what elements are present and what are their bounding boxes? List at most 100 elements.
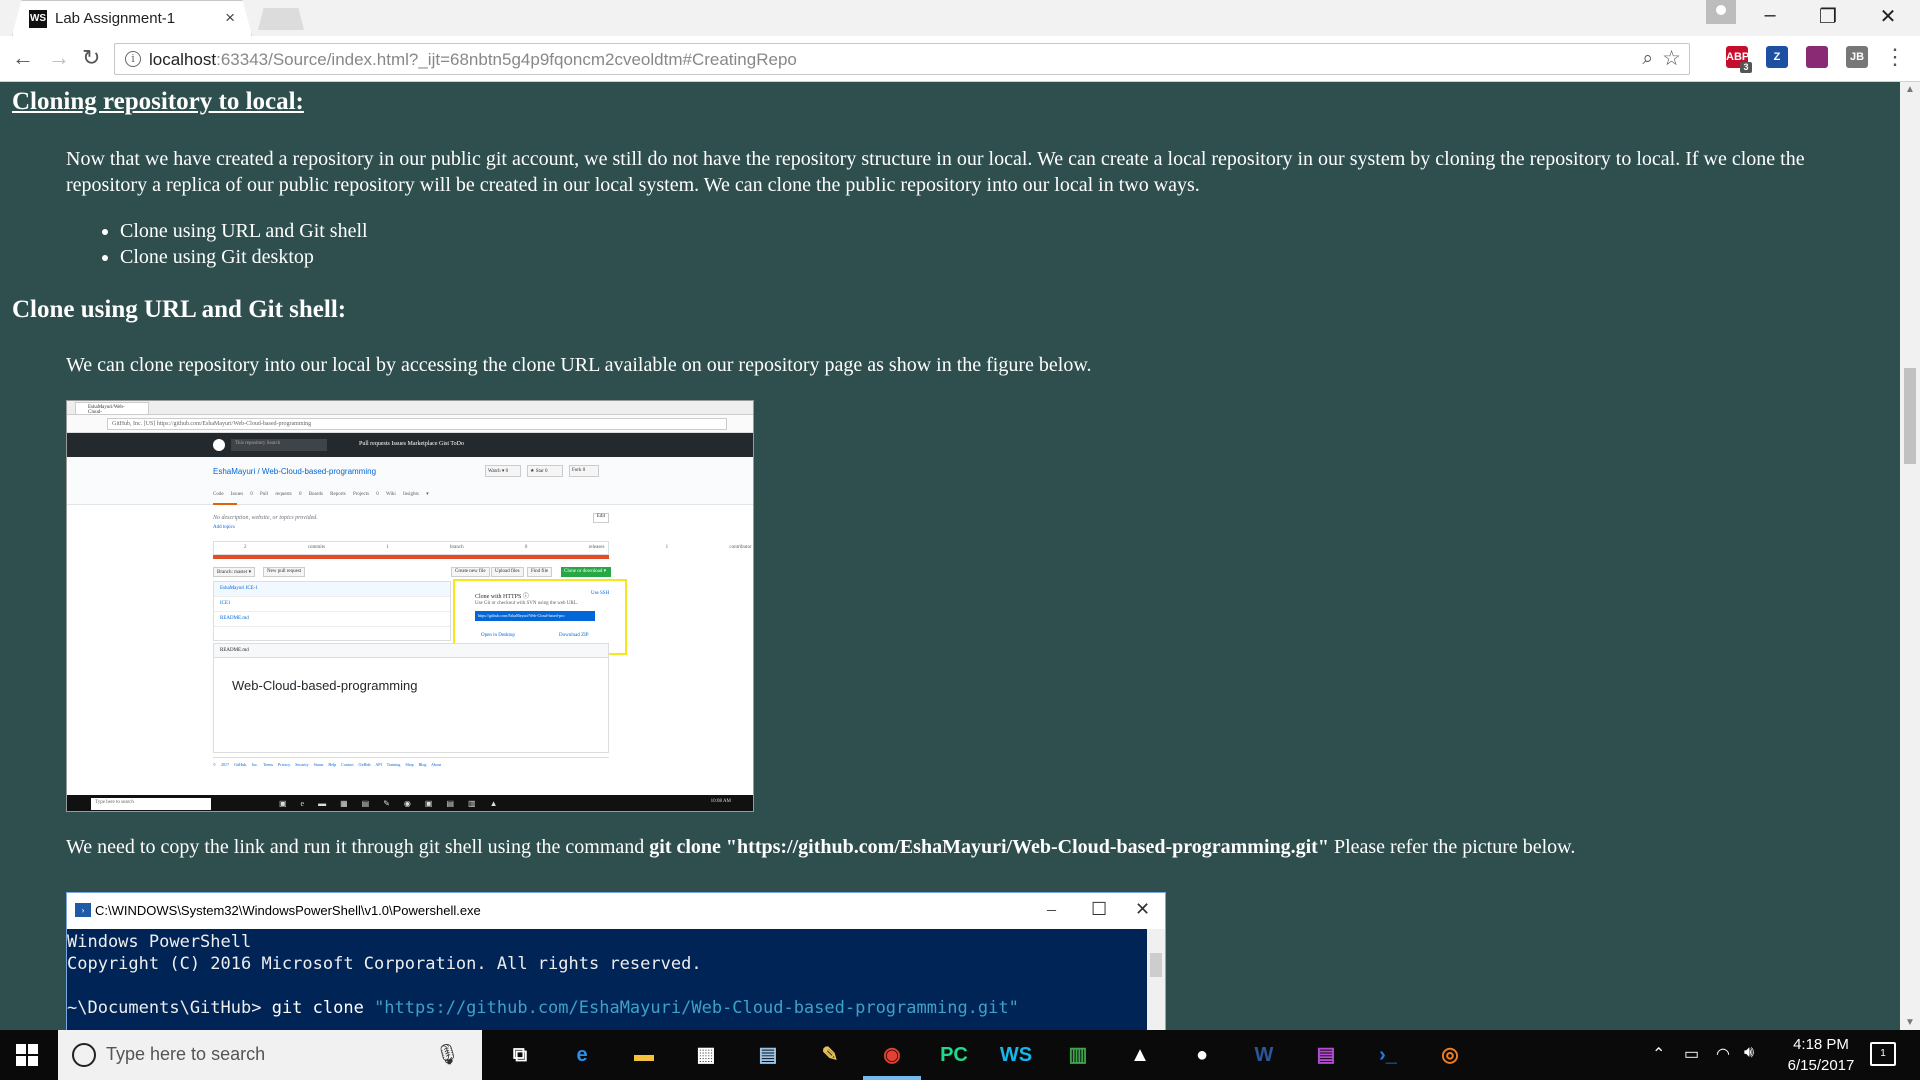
chrome-icon[interactable]: ◉ bbox=[872, 1035, 912, 1075]
user-profile-icon[interactable] bbox=[1706, 0, 1736, 24]
intro-paragraph: Now that we have created a repository in… bbox=[66, 148, 1805, 196]
show-hidden-icons-icon[interactable]: ⌃ bbox=[1652, 1044, 1665, 1064]
language-bar bbox=[213, 555, 609, 559]
info-icon[interactable]: i bbox=[125, 51, 141, 67]
repo-tabs: Code Issues 0 Pull requests 0 Boards Rep… bbox=[213, 492, 429, 497]
figure-address-bar: GitHub, Inc. [US] https://github.com/Esh… bbox=[67, 415, 753, 433]
tab-close-icon[interactable]: × bbox=[225, 8, 235, 28]
scroll-thumb[interactable] bbox=[1904, 368, 1916, 464]
restore-icon[interactable]: ❐ bbox=[1803, 4, 1853, 29]
file-row: README.md bbox=[214, 612, 450, 627]
taskbar-search-placeholder[interactable]: Type here to search bbox=[106, 1044, 265, 1065]
browser-tab-bar: WS Lab Assignment-1 × – ❐ ✕ bbox=[0, 0, 1920, 36]
ps-minimize-icon: – bbox=[1047, 899, 1056, 919]
taskbar-search-box[interactable]: Type here to search 🎙︎ bbox=[58, 1030, 482, 1080]
archive-icon[interactable]: ▤ bbox=[1306, 1035, 1346, 1075]
figure-taskbar-icons: ▣ e ▬ ▦ ▤ ✎ ◉ ▣ ▤ ▥ ▲ bbox=[279, 799, 504, 808]
taskbar-clock[interactable]: 4:18 PM 6/15/2017 bbox=[1776, 1034, 1866, 1076]
powershell-icon: › bbox=[75, 903, 91, 917]
windows-start-icon[interactable] bbox=[16, 1044, 38, 1066]
adblock-icon[interactable]: ABP 3 bbox=[1726, 46, 1752, 73]
scroll-down-arrow-icon[interactable]: ▼ bbox=[1905, 1017, 1915, 1028]
network-app-icon[interactable]: ▤ bbox=[748, 1035, 788, 1075]
use-ssh-link: Use SSH bbox=[591, 591, 610, 596]
page-content: Cloning repository to local: Now that we… bbox=[0, 82, 1900, 1030]
clock-date: 6/15/2017 bbox=[1787, 1057, 1855, 1074]
volume-icon[interactable]: 🔊︎ bbox=[1744, 1044, 1754, 1062]
edge-icon[interactable]: e bbox=[562, 1035, 602, 1075]
new-pr-button: New pull request bbox=[263, 567, 306, 577]
page-scrollbar[interactable]: ▲ ▼ bbox=[1900, 82, 1920, 1030]
file-row: EshaMayuri ICE-1 bbox=[214, 582, 450, 597]
github-header: This repository Search Pull requests Iss… bbox=[67, 433, 753, 457]
spreadsheet-icon[interactable]: ▥ bbox=[1058, 1035, 1098, 1075]
git-clone-command: git clone "https://github.com/EshaMayuri… bbox=[649, 836, 1329, 858]
github-logo-icon bbox=[213, 439, 225, 451]
reload-icon[interactable]: ↻ bbox=[82, 45, 100, 71]
action-center-icon[interactable]: 1 bbox=[1870, 1042, 1896, 1066]
zoom-icon[interactable]: ⌕ bbox=[1642, 48, 1653, 70]
readme-header: README.md bbox=[214, 644, 608, 658]
figure-taskbar: Type here to search ▣ e ▬ ▦ ▤ ✎ ◉ ▣ ▤ ▥ … bbox=[67, 795, 753, 811]
clone-popup-subtitle: Use Git or checkout with SVN using the w… bbox=[475, 601, 579, 606]
repo-description: No description, website, or topics provi… bbox=[213, 515, 318, 521]
minimize-icon[interactable]: – bbox=[1745, 4, 1795, 27]
bookmark-star-icon[interactable]: ☆ bbox=[1662, 46, 1681, 71]
zotero-icon[interactable]: Z bbox=[1766, 46, 1788, 68]
figure-url: GitHub, Inc. [US] https://github.com/Esh… bbox=[107, 418, 727, 430]
task-view-icon[interactable]: ⧉ bbox=[500, 1035, 540, 1075]
tab-title: Lab Assignment-1 bbox=[55, 10, 176, 27]
app-orange-icon[interactable]: ◎ bbox=[1430, 1035, 1470, 1075]
repo-stats: 2 commits 1 branch 0 releases 1 contribu… bbox=[213, 541, 752, 555]
powershell-icon[interactable]: ›_ bbox=[1368, 1035, 1408, 1075]
window-close-icon[interactable]: ✕ bbox=[1863, 4, 1913, 29]
github-repo-header: EshaMayuri / Web-Cloud-based-programming… bbox=[67, 457, 753, 505]
photos-icon[interactable]: ▲ bbox=[1120, 1035, 1160, 1075]
figure-taskbar-search: Type here to search bbox=[91, 798, 211, 810]
github-icon[interactable]: ● bbox=[1182, 1035, 1222, 1075]
address-bar[interactable]: i localhost:63343/Source/index.html?_ijt… bbox=[114, 43, 1690, 75]
clone-methods-list: Clone using URL and Git shell Clone usin… bbox=[120, 218, 368, 270]
file-list: EshaMayuri ICE-1 ICE1 README.md bbox=[213, 581, 451, 641]
microphone-icon[interactable]: 🎙︎ bbox=[435, 1042, 460, 1067]
github-footer: © 2017 GitHub, Inc. Terms Privacy Securi… bbox=[213, 757, 609, 771]
console-prompt-line: ~\Documents\GitHub> git clone "https://g… bbox=[67, 998, 1019, 1018]
scroll-up-arrow-icon[interactable]: ▲ bbox=[1905, 84, 1915, 95]
upload-button: Upload files bbox=[491, 567, 524, 577]
star-button: ★ Star 0 bbox=[527, 465, 563, 477]
wifi-icon[interactable]: ◠ bbox=[1716, 1044, 1730, 1064]
back-icon[interactable]: ← bbox=[12, 45, 34, 71]
ps-close-icon: ✕ bbox=[1135, 899, 1151, 919]
github-search: This repository Search bbox=[231, 439, 327, 451]
cortana-icon[interactable] bbox=[72, 1043, 96, 1067]
powershell-scrollbar bbox=[1147, 929, 1165, 1030]
file-explorer-icon[interactable]: ▬ bbox=[624, 1035, 664, 1075]
console-line: Copyright (C) 2016 Microsoft Corporation… bbox=[67, 954, 702, 974]
clone-description: We can clone repository into our local b… bbox=[66, 354, 1092, 376]
download-zip-button: Download ZIP bbox=[559, 633, 589, 638]
word-icon[interactable]: W bbox=[1244, 1035, 1284, 1075]
github-screenshot-figure: EshaMayuri/Web-Cloud- GitHub, Inc. [US] … bbox=[66, 400, 754, 812]
open-desktop-button: Open in Desktop bbox=[481, 633, 515, 638]
clone-download-button: Clone or download ▾ bbox=[561, 567, 611, 577]
webstorm-icon[interactable]: WS bbox=[996, 1035, 1036, 1075]
windows-taskbar: Type here to search 🎙︎ ⧉ e ▬ ▦ ▤ ✎ ◉ PC WS ▥ ▲ ● W ▤ ›… bbox=[0, 1030, 1920, 1080]
repo-topics: Add topics bbox=[213, 525, 235, 530]
pycharm-icon[interactable]: PC bbox=[934, 1035, 974, 1075]
extension-icon[interactable] bbox=[1806, 46, 1828, 68]
ps-maximize-icon: ☐ bbox=[1091, 899, 1108, 919]
browser-tab[interactable]: WS Lab Assignment-1 × bbox=[12, 0, 252, 36]
powershell-titlebar: › C:\WINDOWS\System32\WindowsPowerShell\… bbox=[67, 893, 1165, 929]
file-row: ICE1 bbox=[214, 597, 450, 612]
menu-icon[interactable]: ⋮ bbox=[1884, 44, 1906, 70]
forward-icon[interactable]: → bbox=[48, 45, 70, 71]
battery-icon[interactable]: ▭ bbox=[1684, 1044, 1699, 1064]
store-icon[interactable]: ▦ bbox=[686, 1035, 726, 1075]
subsection-title: Clone using URL and Git shell: bbox=[12, 296, 347, 323]
console-line: Windows PowerShell bbox=[67, 932, 252, 952]
url-text[interactable]: localhost:63343/Source/index.html?_ijt=6… bbox=[149, 50, 797, 70]
new-tab-button[interactable] bbox=[258, 8, 304, 30]
paint-icon[interactable]: ✎ bbox=[810, 1035, 850, 1075]
jetbrains-icon[interactable]: JB bbox=[1846, 46, 1868, 68]
